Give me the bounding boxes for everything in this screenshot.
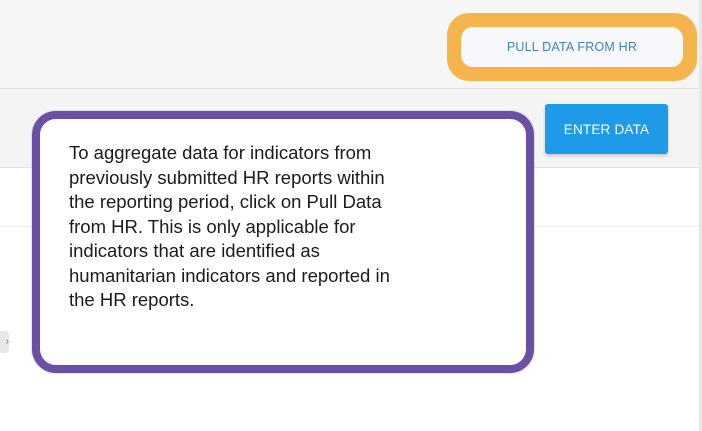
expand-chevron-icon[interactable]: › xyxy=(0,331,9,353)
pull-data-highlight: PULL DATA FROM HR xyxy=(447,13,697,81)
instruction-callout: To aggregate data for indicators from pr… xyxy=(32,111,534,373)
enter-data-button[interactable]: ENTER DATA xyxy=(545,104,668,154)
callout-text: To aggregate data for indicators from pr… xyxy=(69,142,390,310)
enter-data-label: ENTER DATA xyxy=(563,121,650,137)
pull-data-from-hr-button[interactable]: PULL DATA FROM HR xyxy=(461,27,683,67)
pull-data-label: PULL DATA FROM HR xyxy=(506,40,638,54)
chevron-glyph: › xyxy=(5,336,9,347)
